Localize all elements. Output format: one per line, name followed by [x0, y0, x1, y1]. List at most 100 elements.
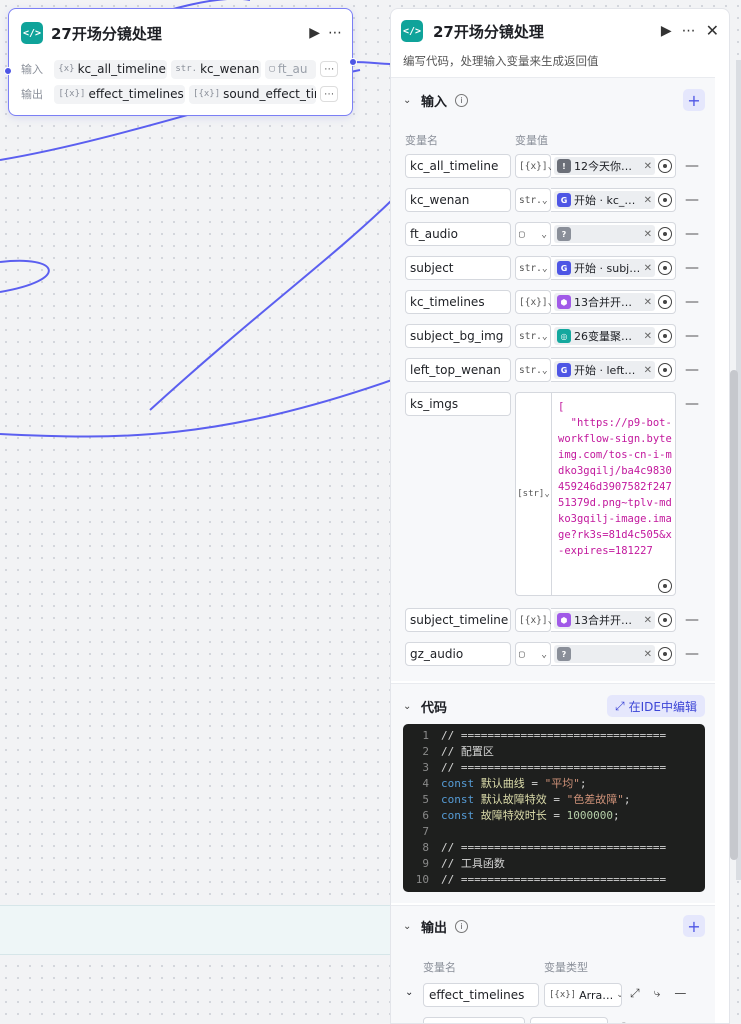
variable-value-reference[interactable]: ! 12今天你…·… ✕: [551, 154, 676, 178]
chevron-down-icon: ⌄: [541, 194, 548, 206]
output-name-input[interactable]: effect_timelines: [423, 983, 539, 1007]
code-section-title: 代码: [421, 700, 448, 716]
add-child-icon[interactable]: ⤷: [654, 986, 661, 1001]
variable-picker-icon[interactable]: [658, 363, 672, 377]
variable-picker-icon[interactable]: [658, 227, 672, 241]
run-icon[interactable]: ▶: [309, 26, 320, 40]
variable-name-input[interactable]: left_top_wenan: [405, 358, 511, 382]
variable-picker-icon[interactable]: [658, 613, 672, 627]
code-editor[interactable]: 1 // =============================== 2 // 配…: [403, 724, 705, 892]
variable-name-input[interactable]: ks_imgs: [405, 392, 511, 416]
variable-name-input[interactable]: subject_timeline: [405, 608, 511, 632]
node-output-port[interactable]: [349, 58, 357, 66]
variable-value-text[interactable]: [ "https://p9-bot-workflow-sign.byteimg.…: [558, 399, 673, 559]
remove-variable-button[interactable]: —: [685, 328, 699, 344]
remove-variable-button[interactable]: —: [685, 612, 699, 628]
chevron-down-icon[interactable]: ⌄: [403, 921, 413, 932]
clear-icon[interactable]: ✕: [644, 229, 652, 240]
output-type-select[interactable]: [{x}]Arra…⌄: [544, 983, 622, 1007]
expand-icon[interactable]: ⤢: [616, 1020, 626, 1023]
panel-scrollbar[interactable]: [730, 370, 738, 860]
variable-value-reference[interactable]: G 开始 · kc_… ✕: [551, 188, 676, 212]
chevron-down-icon: ⌄: [541, 262, 548, 274]
info-icon[interactable]: i: [455, 93, 469, 107]
source-node-icon: ?: [557, 647, 571, 661]
chevron-down-icon[interactable]: ⌄: [403, 95, 413, 106]
node-input-port[interactable]: [4, 67, 12, 75]
variable-picker-icon[interactable]: [658, 647, 672, 661]
remove-variable-button[interactable]: —: [685, 158, 699, 174]
remove-variable-button[interactable]: —: [685, 646, 699, 662]
variable-picker-icon[interactable]: [658, 329, 672, 343]
variable-type-select[interactable]: str. ⌄: [515, 256, 551, 280]
variable-type-select[interactable]: ▢ ⌄: [515, 642, 551, 666]
node-output-label: 输出: [21, 88, 43, 101]
clear-icon[interactable]: ✕: [644, 331, 652, 342]
variable-value-reference[interactable]: G 开始 · left_… ✕: [551, 358, 676, 382]
code-node-icon: </>: [401, 20, 423, 42]
remove-variable-button[interactable]: —: [685, 260, 699, 276]
clear-icon[interactable]: ✕: [644, 365, 652, 376]
variable-type-select[interactable]: str. ⌄: [515, 358, 551, 382]
variable-type-select[interactable]: [{x}]⌄: [515, 290, 553, 314]
clear-icon[interactable]: ✕: [644, 615, 652, 626]
run-icon[interactable]: ▶: [661, 24, 672, 38]
variable-picker-icon[interactable]: [658, 295, 672, 309]
remove-variable-button[interactable]: —: [685, 192, 699, 208]
variable-name-input[interactable]: kc_all_timeline: [405, 154, 511, 178]
variable-name-input[interactable]: kc_timelines: [405, 290, 511, 314]
edit-in-ide-button[interactable]: ⤢ 在IDE中编辑: [607, 695, 705, 717]
variable-value-reference[interactable]: ◎26变量聚合 · …✕: [551, 324, 676, 348]
variable-type-select[interactable]: str. ⌄: [515, 188, 551, 212]
clear-icon[interactable]: ✕: [644, 161, 652, 172]
remove-variable-button[interactable]: —: [674, 986, 686, 1001]
variable-value-editor[interactable]: [str] ⌄[ "https://p9-bot-workflow-sign.b…: [515, 392, 676, 596]
more-options-icon[interactable]: ⋯: [328, 26, 342, 40]
output-name-input[interactable]: end: [423, 1017, 525, 1023]
output-type-select[interactable]: int.Inte…⌄: [530, 1017, 608, 1023]
node-output-tag: [{x}] effect_timelines: [54, 84, 186, 104]
variable-name-input[interactable]: kc_wenan: [405, 188, 511, 212]
variable-type-select[interactable]: ▢ ⌄: [515, 222, 551, 246]
clear-icon[interactable]: ✕: [644, 263, 652, 274]
add-input-button[interactable]: +: [683, 89, 705, 111]
variable-name-input[interactable]: ft_audio: [405, 222, 511, 246]
add-output-button[interactable]: +: [683, 915, 705, 937]
code-node-icon: </>: [21, 22, 43, 44]
variable-type-select[interactable]: [{x}]⌄: [515, 154, 553, 178]
variable-type-select[interactable]: str. ⌄: [515, 324, 551, 348]
code-node-card[interactable]: </> 27开场分镜处理 ▶ ⋯ 输入 {x} kc_all_timeline s…: [4, 8, 357, 116]
variable-value-reference[interactable]: ⬢ 13合并开…·… ✕: [551, 608, 676, 632]
variable-picker-icon[interactable]: [658, 193, 672, 207]
expand-icon[interactable]: ⤢: [630, 986, 640, 1001]
clear-icon[interactable]: ✕: [644, 297, 652, 308]
variable-name-input[interactable]: gz_audio: [405, 642, 511, 666]
chevron-down-icon[interactable]: ⌄: [403, 701, 413, 712]
line-number: 5: [422, 793, 429, 806]
remove-variable-button[interactable]: —: [685, 226, 699, 242]
clear-icon[interactable]: ✕: [644, 195, 652, 206]
variable-name-input[interactable]: subject: [405, 256, 511, 280]
remove-variable-button[interactable]: —: [640, 1020, 652, 1023]
node-inputs-more-button[interactable]: ⋯: [320, 61, 338, 77]
source-node-icon: G: [557, 193, 571, 207]
close-icon[interactable]: ✕: [706, 23, 719, 39]
more-options-icon[interactable]: ⋯: [682, 24, 696, 38]
remove-variable-button[interactable]: —: [685, 362, 699, 378]
variable-value-reference[interactable]: G 开始 · subj… ✕: [551, 256, 676, 280]
chevron-down-icon[interactable]: ⌄: [405, 987, 413, 998]
node-outputs-more-button[interactable]: ⋯: [320, 86, 338, 102]
clear-icon[interactable]: ✕: [644, 649, 652, 660]
variable-picker-icon[interactable]: [658, 579, 672, 593]
variable-value-reference[interactable]: ? ✕: [551, 222, 676, 246]
variable-type-select[interactable]: [str] ⌄: [516, 393, 552, 595]
variable-value-reference[interactable]: ? ✕: [551, 642, 676, 666]
variable-value-reference[interactable]: ⬢ 13合并开…·… ✕: [551, 290, 676, 314]
info-icon[interactable]: i: [455, 919, 469, 933]
remove-variable-button[interactable]: —: [685, 294, 699, 310]
variable-name-input[interactable]: subject_bg_img: [405, 324, 511, 348]
remove-variable-button[interactable]: —: [685, 396, 699, 412]
variable-picker-icon[interactable]: [658, 261, 672, 275]
variable-picker-icon[interactable]: [658, 159, 672, 173]
variable-type-select[interactable]: [{x}]⌄: [515, 608, 553, 632]
